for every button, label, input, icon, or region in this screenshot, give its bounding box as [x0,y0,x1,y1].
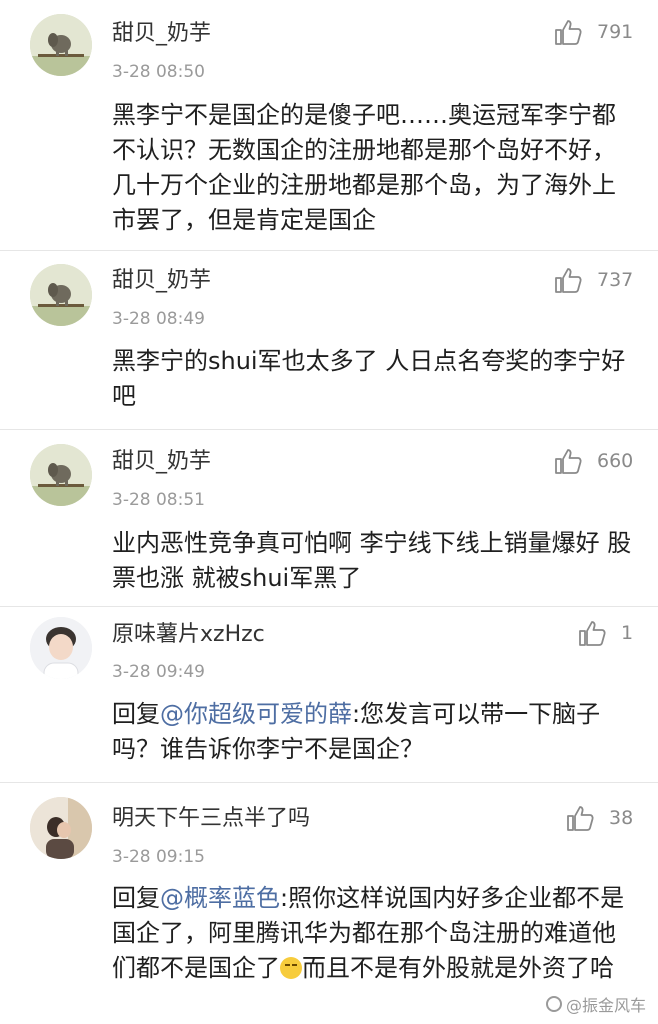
comment-item: 甜贝_奶芋 3-28 08:50 791 黑李宁不是国企的是傻子吧……奥运冠军李… [0,0,658,250]
timestamp: 3-28 08:49 [112,309,205,329]
username[interactable]: 明天下午三点半了吗 [112,805,310,833]
reply-text-continued: 而且不是有外股就是外资了哈 [302,954,614,982]
like-button[interactable]: 38 [565,803,633,833]
comment-text: 黑李宁的shui军也太多了 人日点名夸奖的李宁好吧 [112,347,626,410]
comment-item: 原味薯片xzHzc 3-28 09:49 1 回复@你超级可爱的薛:您发言可以带… [0,607,658,782]
comment-item: 甜贝_奶芋 3-28 08:49 737 黑李宁的shui军也太多了 人日点名夸… [0,251,658,429]
comment-text: 回复@概率蓝色:照你这样说国内好多企业都不是国企了，阿里腾讯华为都在那个岛注册的… [112,881,632,986]
like-button[interactable]: 1 [577,618,633,648]
elephant-avatar[interactable] [30,14,92,76]
thumbs-up-icon [555,268,582,293]
comment-text: 黑李宁不是国企的是傻子吧……奥运冠军李宁都不认识？无数国企的注册地都是那个岛好不… [112,101,616,234]
like-button[interactable]: 791 [553,17,633,47]
reply-prefix: 回复 [112,884,160,912]
username[interactable]: 甜贝_奶芋 [112,448,211,476]
like-count: 791 [597,21,634,43]
comment-text: 业内恶性竞争真可怕啊 李宁线下线上销量爆好 股票也涨 就被shui军黑了 [112,529,632,592]
boy-avatar[interactable] [30,617,92,679]
profile-photo-icon [30,797,92,859]
like-button[interactable]: 737 [553,265,633,295]
elephant-avatar[interactable] [30,264,92,326]
thumbs-up-icon [567,806,594,831]
comment-text: 回复@你超级可爱的薛:您发言可以带一下脑子吗？谁告诉你李宁不是国企？ [112,697,632,767]
like-count: 660 [597,450,634,472]
elephant-icon [30,264,92,326]
timestamp: 3-28 08:50 [112,62,205,82]
username[interactable]: 甜贝_奶芋 [112,20,211,48]
like-count: 1 [621,622,634,644]
elephant-icon [30,14,92,76]
username[interactable]: 原味薯片xzHzc [112,621,265,649]
username[interactable]: 甜贝_奶芋 [112,267,211,295]
comment-item: 明天下午三点半了吗 3-28 09:15 38 回复@概率蓝色:照你这样说国内好… [0,783,658,1024]
mention-link[interactable]: @概率蓝色 [160,884,280,912]
timestamp: 3-28 08:51 [112,490,205,510]
watermark-text: @振金风车 [565,996,646,1015]
watermark: @振金风车 [545,992,646,1016]
emoji-icon [280,957,302,979]
comment-item: 甜贝_奶芋 3-28 08:51 660 业内恶性竞争真可怕啊 李宁线下线上销量… [0,430,658,606]
profile-photo-icon [30,617,92,679]
like-button[interactable]: 660 [553,446,633,476]
thumbs-up-icon [555,20,582,45]
elephant-avatar[interactable] [30,444,92,506]
timestamp: 3-28 09:49 [112,662,205,682]
like-count: 38 [609,807,634,829]
like-count: 737 [597,269,634,291]
weibo-icon [545,996,562,1012]
thumbs-up-icon [579,621,606,646]
timestamp: 3-28 09:15 [112,847,205,867]
reply-prefix: 回复 [112,700,160,728]
elephant-icon [30,444,92,506]
thumbs-up-icon [555,449,582,474]
mention-link[interactable]: @你超级可爱的薛 [160,700,352,728]
couple-avatar[interactable] [30,797,92,859]
